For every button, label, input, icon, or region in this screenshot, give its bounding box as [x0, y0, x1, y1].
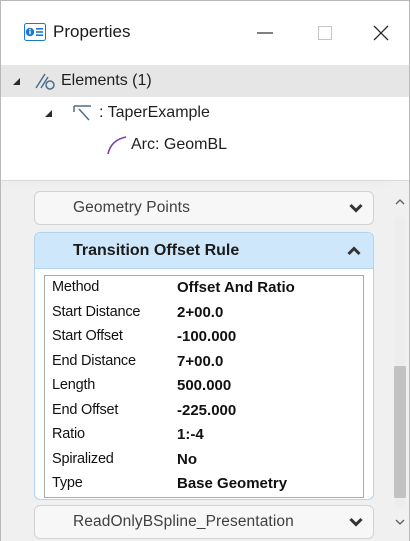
- property-row-end-offset[interactable]: End Offset -225.000: [45, 399, 363, 424]
- property-row-start-distance[interactable]: Start Distance 2+00.0: [45, 301, 363, 326]
- property-row-end-distance[interactable]: End Distance 7+00.0: [45, 350, 363, 375]
- section-geometry-points[interactable]: Geometry Points: [34, 191, 374, 225]
- property-name: Spiralized: [52, 450, 114, 467]
- close-button[interactable]: [357, 13, 405, 53]
- panel-divider: [1, 181, 391, 187]
- section-readonly-bspline-label: ReadOnlyBSpline_Presentation: [73, 513, 294, 530]
- property-name: End Distance: [52, 352, 136, 369]
- properties-panel: Geometry Points Transition Offset Rule M…: [1, 181, 409, 541]
- property-value[interactable]: 1:-4: [177, 426, 204, 443]
- window-title: Properties: [53, 22, 131, 41]
- property-name: Type: [52, 475, 83, 491]
- property-grid: Method Offset And Ratio Start Distance 2…: [44, 275, 364, 498]
- expand-chevron-icon[interactable]: [349, 201, 363, 215]
- property-row-spiralized[interactable]: Spiralized No: [45, 448, 363, 473]
- arc-icon: [107, 136, 127, 155]
- chevron-down-icon: [395, 519, 405, 525]
- element-tree: Elements (1) : TaperExample Arc: GeomBL: [1, 65, 409, 181]
- property-name: Method: [52, 279, 100, 295]
- title-bar[interactable]: Properties: [1, 1, 409, 65]
- property-name: Start Offset: [52, 328, 123, 344]
- close-icon: [373, 25, 389, 41]
- taper-icon: [73, 105, 91, 121]
- property-value[interactable]: -100.000: [177, 328, 236, 345]
- property-value[interactable]: 2+00.0: [177, 304, 223, 321]
- scroll-down-button[interactable]: [391, 513, 409, 531]
- section-transition-offset-rule-label: Transition Offset Rule: [73, 242, 240, 259]
- section-readonly-bspline[interactable]: ReadOnlyBSpline_Presentation: [34, 505, 374, 539]
- maximize-button[interactable]: [301, 13, 349, 53]
- section-geometry-points-label: Geometry Points: [73, 199, 190, 216]
- properties-window: Properties Elements (1): TaperExample A…: [0, 0, 410, 541]
- chevron-up-icon: [395, 199, 405, 205]
- property-row-type[interactable]: Type Base Geometry: [45, 472, 363, 497]
- property-value[interactable]: Offset And Ratio: [177, 279, 295, 296]
- property-name: Length: [52, 377, 96, 393]
- tree-node-arc-label: Arc: GeomBL: [131, 136, 228, 153]
- elements-icon: [35, 73, 55, 90]
- property-row-start-offset[interactable]: Start Offset -100.000: [45, 325, 363, 350]
- property-row-ratio[interactable]: Ratio 1:-4: [45, 423, 363, 448]
- maximize-icon: [318, 26, 332, 40]
- expand-arrow-icon[interactable]: [12, 77, 21, 86]
- property-row-length[interactable]: Length 500.000: [45, 374, 363, 399]
- collapse-chevron-icon[interactable]: [347, 244, 361, 258]
- property-value[interactable]: 500.000: [177, 377, 231, 394]
- property-value[interactable]: 7+00.0: [177, 353, 223, 370]
- minimize-button[interactable]: [241, 13, 289, 53]
- scroll-thumb[interactable]: [394, 366, 406, 498]
- section-transition-offset-rule-header[interactable]: Transition Offset Rule: [35, 233, 373, 269]
- property-value[interactable]: Base Geometry: [177, 475, 287, 492]
- vertical-scrollbar[interactable]: [391, 181, 409, 541]
- tree-node-taper[interactable]: : TaperExample: [1, 97, 409, 129]
- properties-app-icon: [24, 23, 46, 41]
- property-name: Start Distance: [52, 303, 141, 320]
- property-name: Ratio: [52, 426, 85, 442]
- property-name: End Offset: [52, 401, 119, 418]
- tree-node-elements[interactable]: Elements (1): [1, 65, 409, 97]
- minimize-icon: [257, 32, 273, 34]
- tree-node-taper-label: : TaperExample: [99, 104, 210, 121]
- property-row-method[interactable]: Method Offset And Ratio: [45, 276, 363, 301]
- expand-chevron-icon[interactable]: [349, 515, 363, 529]
- property-value[interactable]: -225.000: [177, 402, 236, 419]
- scroll-up-button[interactable]: [391, 193, 409, 211]
- expand-arrow-icon[interactable]: [44, 109, 53, 118]
- section-transition-offset-rule: Transition Offset Rule Method Offset And…: [34, 232, 374, 500]
- property-value[interactable]: No: [177, 451, 197, 468]
- tree-node-arc[interactable]: Arc: GeomBL: [1, 129, 409, 161]
- tree-node-elements-label: Elements (1): [61, 72, 152, 89]
